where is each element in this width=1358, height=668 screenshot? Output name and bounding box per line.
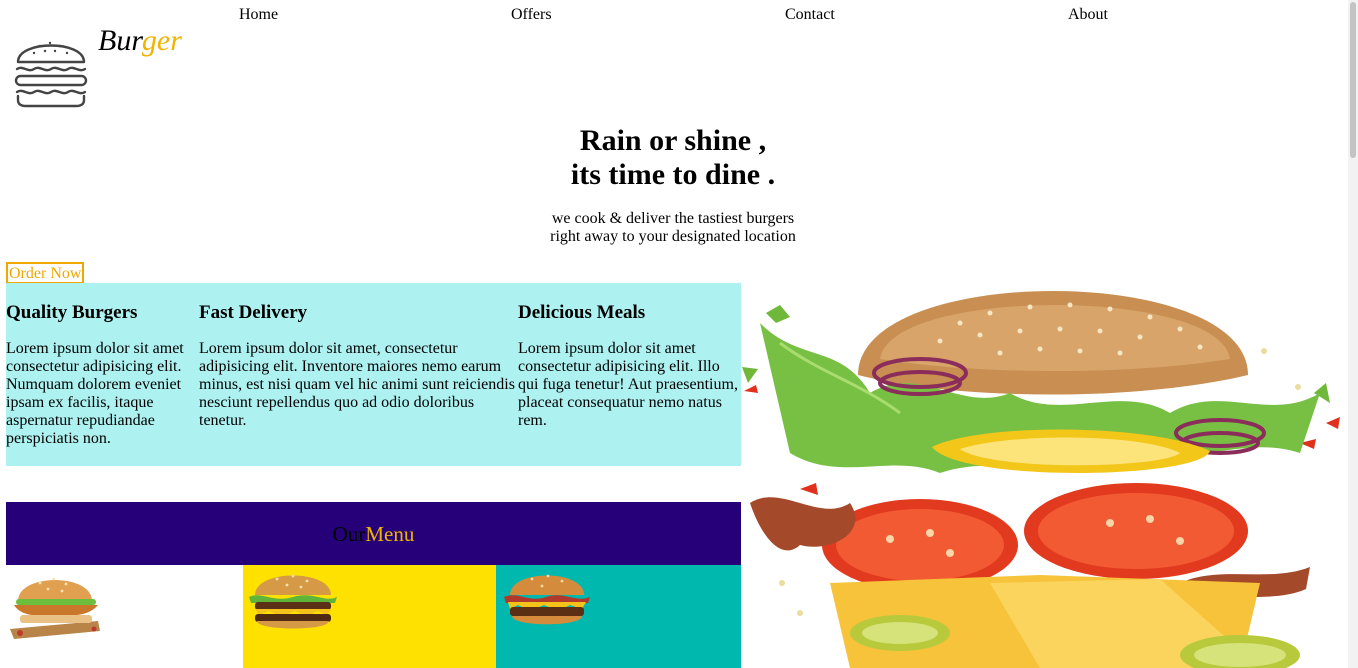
hero-subtitle-line2: right away to your designated location xyxy=(550,228,796,245)
hero-burger-image xyxy=(742,291,1340,668)
page: Home Offers Contact About Burger Rain or… xyxy=(0,0,1358,668)
feature-title: Quality Burgers xyxy=(6,302,138,323)
hero-title: Rain or shine , its time to dine . xyxy=(473,124,873,192)
feature-delivery: Fast Delivery Lorem ipsum dolor sit amet… xyxy=(199,283,521,430)
menu-title: OurMenu xyxy=(6,522,741,546)
feature-meals: Delicious Meals Lorem ipsum dolor sit am… xyxy=(518,283,740,430)
vertical-scrollbar[interactable] xyxy=(1348,0,1358,668)
logo-text-part2: ger xyxy=(141,24,182,57)
hero-title-line2: its time to dine . xyxy=(570,158,776,191)
feature-text: Lorem ipsum dolor sit amet consectetur a… xyxy=(518,340,738,429)
hero-subtitle-line1: we cook & deliver the tastiest burgers xyxy=(551,210,795,227)
feature-quality: Quality Burgers Lorem ipsum dolor sit am… xyxy=(6,283,196,448)
order-now-button[interactable]: Order Now xyxy=(6,262,85,284)
feature-text: Lorem ipsum dolor sit amet, consectetur … xyxy=(199,340,515,429)
hero-title-line1: Rain or shine , xyxy=(579,124,767,157)
nav-contact-link[interactable]: Contact xyxy=(785,6,835,24)
logo-text-part1: Bur xyxy=(98,24,142,57)
bacon-cheeseburger-image xyxy=(504,574,590,625)
menu-item-bacon-cheese[interactable] xyxy=(496,565,741,668)
menu-item-double-cheese[interactable] xyxy=(243,565,496,668)
feature-title: Fast Delivery xyxy=(199,302,308,323)
chicken-burger-image xyxy=(10,577,100,639)
menu-title-part1: Our xyxy=(332,522,366,546)
burger-outline-icon xyxy=(14,41,88,108)
hero-subtitle: we cook & deliver the tastiest burgers r… xyxy=(473,210,873,246)
nav-about-link[interactable]: About xyxy=(1068,6,1108,24)
double-cheeseburger-image xyxy=(249,574,337,629)
feature-text: Lorem ipsum dolor sit amet consectetur a… xyxy=(6,340,184,447)
menu-header: OurMenu xyxy=(6,502,741,565)
features-section: Quality Burgers Lorem ipsum dolor sit am… xyxy=(6,283,741,466)
feature-title: Delicious Meals xyxy=(518,302,646,323)
menu-item-chicken[interactable] xyxy=(6,565,243,668)
logo-wordmark: Burger xyxy=(98,24,182,58)
nav-offers-link[interactable]: Offers xyxy=(511,6,552,24)
scrollbar-thumb[interactable] xyxy=(1350,2,1356,158)
nav-home-link[interactable]: Home xyxy=(239,6,278,24)
menu-title-part2: Menu xyxy=(365,522,415,546)
